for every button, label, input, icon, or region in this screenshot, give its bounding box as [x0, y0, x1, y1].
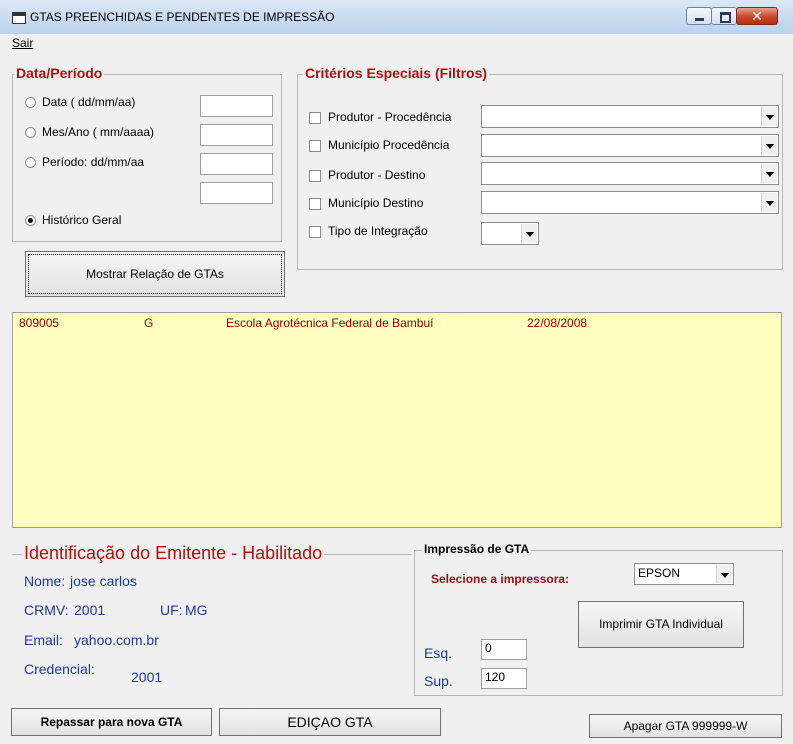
- printer-value: EPSON: [638, 566, 681, 580]
- close-icon: ✕: [751, 8, 763, 24]
- date-period-title: Data/Período: [14, 65, 105, 81]
- crmv-value: 2001: [74, 602, 106, 618]
- maximize-button[interactable]: [711, 7, 737, 25]
- esq-label: Esq.: [424, 645, 453, 661]
- radio-data[interactable]: [25, 97, 36, 108]
- radio-historico-geral[interactable]: [25, 215, 36, 226]
- produtor-destino-label: Produtor - Destino: [328, 168, 426, 182]
- credencial-value: 2001: [131, 669, 163, 685]
- radio-mes-ano[interactable]: [25, 127, 36, 138]
- minimize-button[interactable]: [686, 7, 712, 25]
- periodo-end-field[interactable]: [200, 182, 273, 204]
- chevron-down-icon[interactable]: [521, 224, 537, 243]
- chevron-down-icon[interactable]: [761, 107, 777, 126]
- radio-periodo[interactable]: [25, 157, 36, 168]
- sup-label: Sup.: [424, 673, 453, 689]
- checkbox-produtor-procedencia[interactable]: [309, 112, 321, 124]
- gta-number: 809005: [19, 316, 60, 330]
- repassar-button[interactable]: Repassar para nova GTA: [11, 708, 212, 736]
- chevron-down-icon[interactable]: [761, 193, 777, 212]
- gta-name: Escola Agrotécnica Federal de Bambuí: [226, 316, 434, 330]
- periodo-start-field[interactable]: [200, 153, 273, 175]
- issuer-name-label: Nome:: [24, 573, 66, 589]
- edicao-gta-button[interactable]: EDIÇAO GTA: [219, 708, 441, 736]
- municipio-destino-label: Município Destino: [328, 196, 424, 210]
- checkbox-produtor-destino[interactable]: [309, 170, 321, 182]
- printer-combo[interactable]: EPSON: [634, 563, 734, 585]
- checkbox-municipio-destino[interactable]: [309, 198, 321, 210]
- gta-date: 22/08/2008: [527, 316, 588, 330]
- tipo-integracao-label: Tipo de Integração: [328, 224, 428, 238]
- municipio-procedencia-label: Município Procedência: [328, 138, 450, 152]
- tipo-integracao-combo[interactable]: [481, 222, 539, 245]
- data-field[interactable]: [200, 95, 273, 117]
- email-value: yahoo.com.br: [74, 632, 159, 648]
- crmv-label: CRMV:: [24, 602, 69, 618]
- produtor-destino-combo[interactable]: [481, 162, 779, 185]
- municipio-procedencia-combo[interactable]: [481, 134, 779, 157]
- issuer-title: Identificação do Emitente - Habilitado: [22, 543, 325, 564]
- esq-field[interactable]: 0: [481, 639, 527, 660]
- menu-item-sair[interactable]: Sair: [12, 36, 33, 50]
- email-label: Email:: [24, 632, 63, 648]
- municipio-destino-combo[interactable]: [481, 191, 779, 214]
- uf-value: MG: [185, 602, 208, 618]
- list-item[interactable]: 809005 G Escola Agrotécnica Federal de B…: [13, 313, 781, 331]
- uf-label: UF:: [160, 602, 183, 618]
- checkbox-municipio-procedencia[interactable]: [309, 140, 321, 152]
- chevron-down-icon[interactable]: [761, 164, 777, 183]
- filters-title: Critérios Especiais (Filtros): [303, 65, 490, 81]
- mes-ano-field[interactable]: [200, 124, 273, 146]
- issuer-name-value: jose carlos: [70, 573, 137, 589]
- checkbox-tipo-integracao[interactable]: [309, 226, 321, 238]
- print-individual-button[interactable]: Imprimir GTA Individual: [578, 601, 744, 648]
- gta-listbox[interactable]: 809005 G Escola Agrotécnica Federal de B…: [12, 312, 782, 528]
- apagar-gta-button[interactable]: Apagar GTA 999999-W: [589, 714, 782, 738]
- menu-bar: [0, 34, 793, 52]
- gta-type: G: [144, 316, 154, 330]
- select-printer-label: Selecione a impressora:: [431, 572, 570, 586]
- credencial-label: Credencial:: [24, 661, 95, 677]
- radio-mes-ano-label: Mes/Ano ( mm/aaaa): [42, 125, 155, 139]
- print-group-title: Impressão de GTA: [422, 542, 532, 556]
- title-bar: GTAS PREENCHIDAS E PENDENTES DE IMPRESSÃ…: [0, 0, 793, 35]
- show-gtas-button[interactable]: Mostrar Relação de GTAs: [25, 251, 285, 297]
- chevron-down-icon[interactable]: [716, 565, 732, 583]
- produtor-procedencia-combo[interactable]: [481, 105, 779, 128]
- sup-field[interactable]: 120: [481, 668, 527, 689]
- produtor-procedencia-label: Produtor - Procedência: [328, 110, 452, 124]
- radio-periodo-label: Período: dd/mm/aa: [42, 155, 145, 169]
- close-button[interactable]: ✕: [736, 7, 778, 25]
- radio-data-label: Data ( dd/mm/aa): [42, 95, 136, 109]
- chevron-down-icon[interactable]: [761, 136, 777, 155]
- window-title: GTAS PREENCHIDAS E PENDENTES DE IMPRESSÃ…: [30, 10, 335, 24]
- app-icon: [12, 12, 26, 24]
- radio-historico-label: Histórico Geral: [42, 213, 122, 227]
